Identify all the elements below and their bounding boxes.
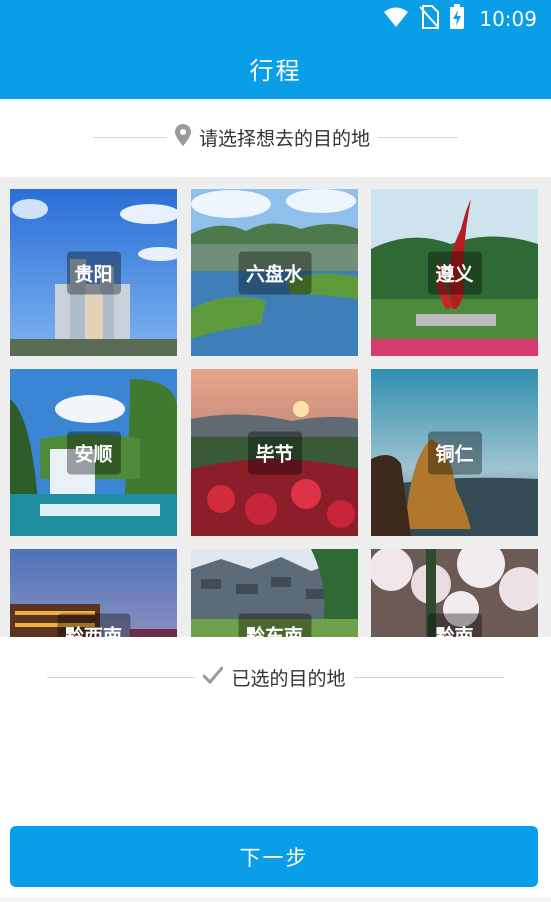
destination-tile-tongren[interactable]: 铜仁 [371,369,538,536]
status-bar: 10:09 [0,0,551,38]
destination-label: 毕节 [247,431,302,474]
wifi-icon [383,6,409,32]
destination-tile-bijie[interactable]: 毕节 [191,369,358,536]
destination-label: 黔南 [427,613,482,637]
divider-left [47,676,196,678]
destination-tile-anshun[interactable]: 安顺 [10,369,177,536]
destination-tile-guiyang[interactable]: 贵阳 [10,189,177,356]
selected-destinations-list [0,700,551,810]
divider-right [353,676,504,678]
destination-tile-liupanshui[interactable]: 六盘水 [191,189,358,356]
choose-destination-label: 请选择想去的目的地 [198,127,370,150]
choose-destination-header: 请选择想去的目的地 [0,118,551,156]
destination-tile-qianxinan[interactable]: 黔西南 [10,549,177,637]
destination-label: 铜仁 [427,431,482,474]
destination-label: 黔东南 [237,613,312,637]
destination-label: 贵阳 [66,251,121,294]
destination-label: 黔西南 [56,613,131,637]
page-title: 行程 [249,57,302,85]
no-sim-icon [419,5,440,33]
divider-left [92,136,167,138]
selected-destination-header: 已选的目的地 [0,658,551,696]
divider-right [378,136,458,138]
status-icons: 10:09 [383,0,537,38]
app-bar: 行程 [0,38,551,99]
destination-tile-qiannan[interactable]: 黔南 [371,549,538,637]
destination-grid: 贵阳 六盘水 遵义 安顺 毕节 铜仁 黔西南 黔东南 黔南 [0,177,551,637]
destination-label: 六盘水 [237,251,312,294]
next-step-button[interactable]: 下一步 [10,826,538,887]
bottom-edge [0,897,551,902]
location-pin-icon [174,124,191,150]
destination-label: 安顺 [66,431,121,474]
status-time: 10:09 [479,7,537,31]
destination-label: 遵义 [427,251,482,294]
battery-charging-icon [449,4,465,34]
destination-tile-zunyi[interactable]: 遵义 [371,189,538,356]
checkmark-icon [202,666,224,688]
destination-tile-qiandongnan[interactable]: 黔东南 [191,549,358,637]
selected-destination-label: 已选的目的地 [231,667,346,690]
